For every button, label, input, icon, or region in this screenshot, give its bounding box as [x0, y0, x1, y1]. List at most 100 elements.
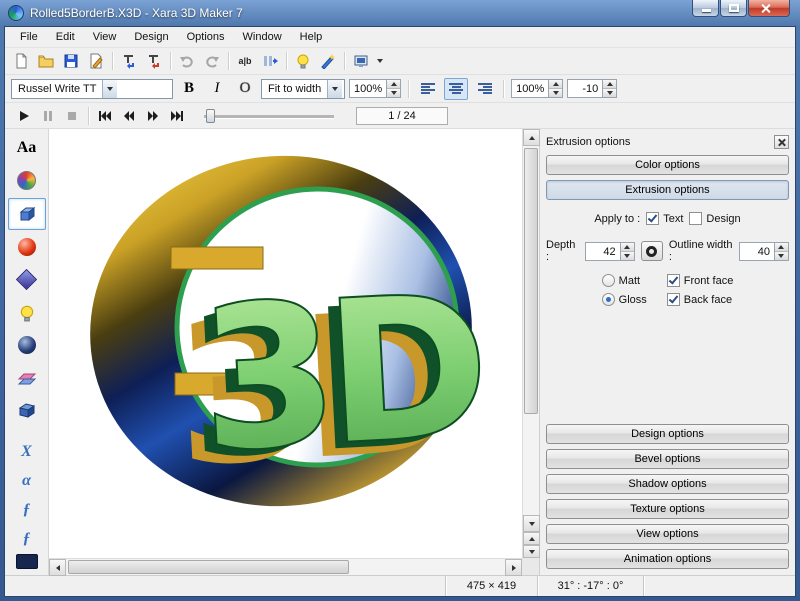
- shadow-tool-button[interactable]: [8, 264, 46, 296]
- last-frame-button[interactable]: [166, 106, 188, 126]
- color-options-button[interactable]: Color options: [546, 155, 789, 175]
- scroll-left-button[interactable]: [49, 559, 66, 576]
- menu-window[interactable]: Window: [234, 28, 291, 47]
- scroll-up-button[interactable]: [523, 129, 540, 146]
- view-options-button[interactable]: View options: [546, 524, 789, 544]
- outline-width-stepper[interactable]: 40: [739, 242, 789, 261]
- zoom-down-button[interactable]: [523, 545, 540, 558]
- horizontal-scrollbar[interactable]: [49, 558, 522, 575]
- light-tool-button[interactable]: [8, 297, 46, 329]
- stepper-up-button[interactable]: [549, 80, 562, 88]
- text-tool-button[interactable]: Aa: [8, 132, 46, 164]
- scroll-down-button[interactable]: [523, 515, 540, 532]
- open-button[interactable]: [34, 50, 58, 72]
- italic-button[interactable]: I: [205, 78, 229, 100]
- texture-options-button[interactable]: Texture options: [546, 499, 789, 519]
- gloss-radio[interactable]: Gloss: [602, 293, 647, 306]
- view-tool-button[interactable]: [8, 395, 46, 427]
- bevel-options-button[interactable]: Bevel options: [546, 449, 789, 469]
- anim-style-f1-button[interactable]: ƒ: [8, 496, 46, 524]
- minimize-button[interactable]: [692, 0, 719, 17]
- font-select[interactable]: Russel Write TT: [11, 79, 173, 99]
- paste-style-button[interactable]: [142, 50, 166, 72]
- outline-ring-button[interactable]: [641, 241, 663, 261]
- prev-frame-button[interactable]: [118, 106, 140, 126]
- play-button[interactable]: [13, 106, 35, 126]
- maximize-button[interactable]: [720, 0, 747, 17]
- bevel-tool-button[interactable]: [8, 231, 46, 263]
- display-menu-button[interactable]: [374, 50, 386, 72]
- lighting-button[interactable]: [291, 50, 315, 72]
- first-frame-button[interactable]: [94, 106, 116, 126]
- design-options-button[interactable]: Design options: [546, 424, 789, 444]
- menu-view[interactable]: View: [84, 28, 126, 47]
- outline-button[interactable]: O: [233, 78, 257, 100]
- stepper-down-button[interactable]: [549, 88, 562, 97]
- copy-style-button[interactable]: [117, 50, 141, 72]
- next-frame-button[interactable]: [142, 106, 164, 126]
- align-center-button[interactable]: [444, 78, 468, 100]
- text-flow-button[interactable]: [258, 50, 282, 72]
- stepper-down-button[interactable]: [603, 88, 616, 97]
- color-tool-button[interactable]: [8, 165, 46, 197]
- stepper-down-button[interactable]: [775, 251, 788, 260]
- depth-stepper[interactable]: 42: [585, 242, 635, 261]
- stepper-up-button[interactable]: [387, 80, 400, 88]
- export-button[interactable]: [84, 50, 108, 72]
- vertical-scroll-thumb[interactable]: [524, 148, 538, 414]
- menu-options[interactable]: Options: [178, 28, 234, 47]
- pause-button[interactable]: [37, 106, 59, 126]
- stepper-up-button[interactable]: [603, 80, 616, 88]
- menu-edit[interactable]: Edit: [47, 28, 84, 47]
- rename-button[interactable]: a|b: [233, 50, 257, 72]
- tracking-stepper[interactable]: -10: [567, 79, 617, 98]
- fit-dropdown-button[interactable]: [327, 80, 342, 98]
- save-button[interactable]: [59, 50, 83, 72]
- display-button[interactable]: [349, 50, 373, 72]
- horizontal-scroll-thumb[interactable]: [68, 560, 349, 574]
- matt-radio[interactable]: Matt: [602, 274, 647, 287]
- stop-button[interactable]: [61, 106, 83, 126]
- sphere-tool-button[interactable]: [8, 330, 46, 362]
- extrusion-tool-button[interactable]: [8, 198, 46, 230]
- back-face-checkbox[interactable]: Back face: [667, 293, 734, 306]
- line-spacing-stepper[interactable]: 100%: [511, 79, 563, 98]
- close-button[interactable]: [748, 0, 790, 17]
- shadow-options-button[interactable]: Shadow options: [546, 474, 789, 494]
- apply-design-checkbox[interactable]: Design: [689, 212, 740, 225]
- font-dropdown-button[interactable]: [102, 80, 117, 98]
- redo-button[interactable]: [200, 50, 224, 72]
- apply-text-checkbox[interactable]: Text: [646, 212, 683, 225]
- zoom-up-button[interactable]: [523, 532, 540, 545]
- stepper-up-button[interactable]: [775, 243, 788, 251]
- anim-style-f2-button[interactable]: ƒ: [8, 525, 46, 553]
- menu-file[interactable]: File: [11, 28, 47, 47]
- horizontal-scroll-track[interactable]: [66, 559, 505, 575]
- align-right-button[interactable]: [472, 78, 496, 100]
- animation-options-button[interactable]: Animation options: [546, 549, 789, 569]
- anim-style-x-button[interactable]: X: [8, 438, 46, 466]
- frame-slider[interactable]: [204, 107, 334, 125]
- panel-close-button[interactable]: [774, 135, 789, 149]
- stepper-down-button[interactable]: [387, 88, 400, 97]
- titlebar[interactable]: Rolled5BorderB.X3D - Xara 3D Maker 7: [4, 0, 796, 26]
- fit-mode-select[interactable]: Fit to width: [261, 79, 345, 99]
- document-canvas[interactable]: 3D 3D 3D: [49, 129, 522, 558]
- front-face-checkbox[interactable]: Front face: [667, 274, 734, 287]
- texture-tool-button[interactable]: [8, 362, 46, 394]
- menu-design[interactable]: Design: [125, 28, 177, 47]
- scroll-right-button[interactable]: [505, 559, 522, 576]
- stepper-up-button[interactable]: [621, 243, 634, 251]
- align-left-button[interactable]: [416, 78, 440, 100]
- color-swatch-button[interactable]: [16, 554, 38, 569]
- anim-style-alpha-button[interactable]: α: [8, 467, 46, 495]
- font-size-stepper[interactable]: 100%: [349, 79, 401, 98]
- vertical-scrollbar[interactable]: [522, 129, 539, 558]
- slider-thumb[interactable]: [206, 109, 215, 123]
- extrusion-options-button[interactable]: Extrusion options: [546, 180, 789, 200]
- bold-button[interactable]: B: [177, 78, 201, 100]
- stepper-down-button[interactable]: [621, 251, 634, 260]
- menu-help[interactable]: Help: [291, 28, 332, 47]
- vertical-scroll-track[interactable]: [523, 146, 539, 515]
- undo-button[interactable]: [175, 50, 199, 72]
